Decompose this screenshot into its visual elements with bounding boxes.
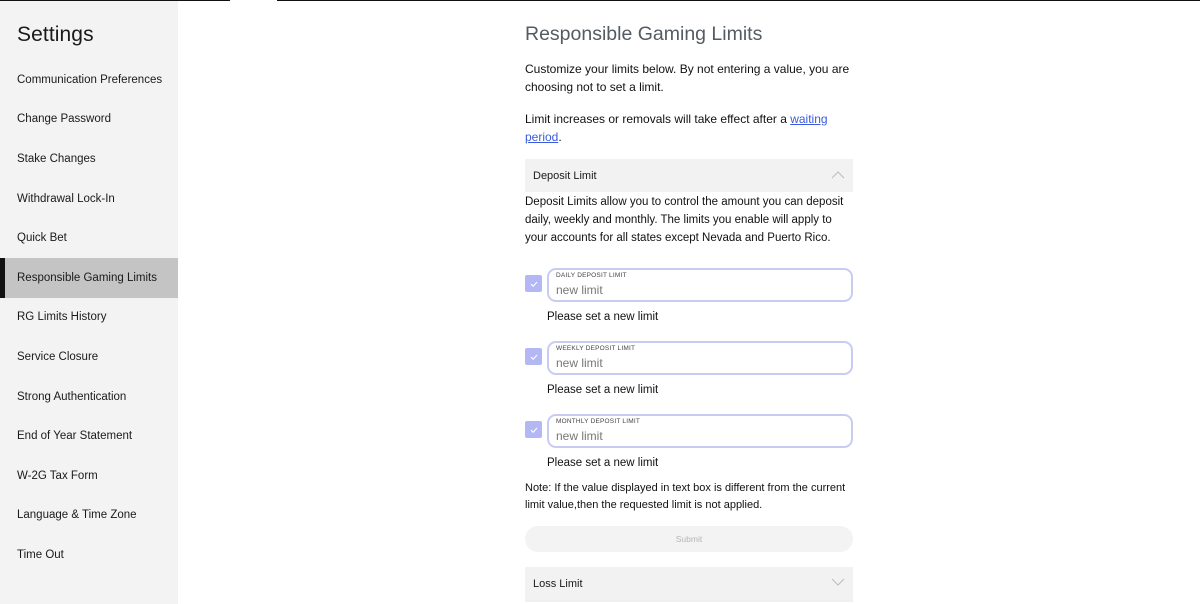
settings-nav: Communication Preferences Change Passwor… (0, 60, 178, 575)
deposit-limit-accordion-header[interactable]: Deposit Limit (525, 159, 853, 192)
monthly-limit-checkbox[interactable] (525, 421, 542, 438)
weekly-limit-hint: Please set a new limit (547, 384, 659, 396)
sidebar-item-strong-authentication[interactable]: Strong Authentication (0, 377, 178, 417)
sidebar-item-change-password[interactable]: Change Password (0, 100, 178, 140)
section-divider (525, 600, 853, 602)
deposit-limit-description: Deposit Limits allow you to control the … (525, 196, 844, 244)
sidebar-item-rg-limits-history[interactable]: RG Limits History (0, 298, 178, 338)
loss-limit-accordion-header[interactable]: Loss Limit (525, 567, 853, 600)
weekly-limit-checkbox[interactable] (525, 348, 542, 365)
daily-limit-checkbox[interactable] (525, 275, 542, 292)
daily-limit-input-wrapper: DAILY DEPOSIT LIMIT (547, 268, 853, 302)
monthly-limit-input[interactable] (556, 428, 846, 444)
sidebar-item-responsible-gaming-limits[interactable]: Responsible Gaming Limits (0, 257, 178, 298)
sidebar-item-end-of-year-statement[interactable]: End of Year Statement (0, 416, 178, 456)
sidebar-item-language-time-zone[interactable]: Language & Time Zone (0, 496, 178, 536)
monthly-limit-hint: Please set a new limit (547, 457, 659, 469)
chevron-down-icon (831, 578, 845, 586)
sidebar-title: Settings (17, 23, 94, 46)
waiting-period-prefix: Limit increases or removals will take ef… (525, 112, 791, 126)
monthly-limit-input-wrapper: MONTHLY DEPOSIT LIMIT (547, 414, 853, 448)
submit-button[interactable]: Submit (525, 526, 853, 552)
sidebar-item-withdrawal-lock-in[interactable]: Withdrawal Lock-In (0, 179, 178, 219)
sidebar-item-communication-preferences[interactable]: Communication Preferences (0, 60, 178, 100)
top-border-right (277, 0, 1200, 1)
waiting-period-suffix: . (558, 130, 562, 144)
sidebar-item-time-out[interactable]: Time Out (0, 535, 178, 575)
deposit-limit-header-label: Deposit Limit (533, 169, 597, 182)
chevron-up-icon (831, 171, 845, 179)
daily-limit-input[interactable] (556, 282, 846, 298)
weekly-limit-label: WEEKLY DEPOSIT LIMIT (556, 345, 636, 352)
monthly-limit-label: MONTHLY DEPOSIT LIMIT (556, 418, 641, 425)
daily-deposit-limit-row: DAILY DEPOSIT LIMIT (525, 268, 853, 302)
daily-limit-hint: Please set a new limit (547, 311, 659, 323)
waiting-period-text: Limit increases or removals will take ef… (525, 110, 855, 146)
intro-text: Customize your limits below. By not ente… (525, 62, 850, 94)
page-title: Responsible Gaming Limits (525, 23, 763, 45)
check-icon (530, 354, 537, 360)
sidebar-item-w2g-tax-form[interactable]: W-2G Tax Form (0, 456, 178, 496)
weekly-deposit-limit-row: WEEKLY DEPOSIT LIMIT (525, 341, 853, 375)
monthly-deposit-limit-row: MONTHLY DEPOSIT LIMIT (525, 414, 853, 448)
sidebar-item-stake-changes[interactable]: Stake Changes (0, 139, 178, 179)
top-border-left (0, 0, 230, 1)
loss-limit-header-label: Loss Limit (533, 577, 583, 590)
check-icon (530, 281, 537, 287)
weekly-limit-input[interactable] (556, 355, 846, 371)
weekly-limit-input-wrapper: WEEKLY DEPOSIT LIMIT (547, 341, 853, 375)
daily-limit-label: DAILY DEPOSIT LIMIT (556, 272, 627, 279)
check-icon (530, 427, 537, 433)
sidebar-item-quick-bet[interactable]: Quick Bet (0, 218, 178, 258)
sidebar-item-service-closure[interactable]: Service Closure (0, 337, 178, 377)
settings-sidebar: Settings Communication Preferences Chang… (0, 1, 178, 604)
limit-note: Note: If the value displayed in text box… (525, 482, 846, 511)
